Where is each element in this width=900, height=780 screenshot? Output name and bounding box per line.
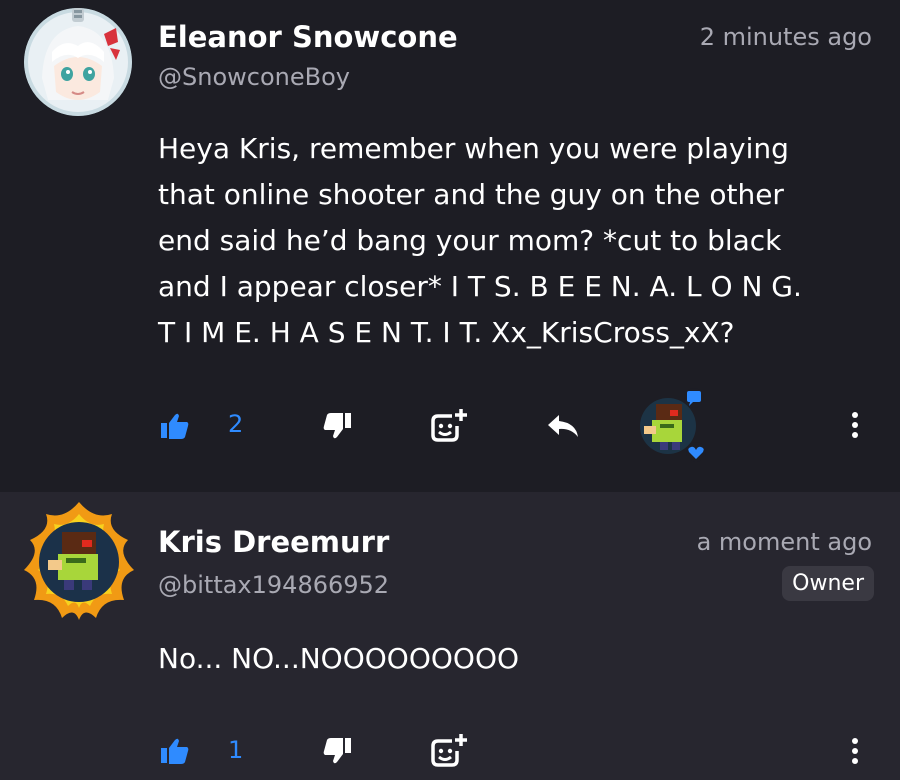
add-reaction-icon[interactable] [430, 733, 468, 769]
avatar[interactable] [24, 8, 132, 116]
anime-girl-avatar-icon [24, 8, 132, 116]
reply-icon[interactable] [546, 413, 580, 439]
comment-line: T I M E. H A S E N T. I T. Xx_KrisCross_… [158, 316, 735, 349]
more-options-icon[interactable] [850, 737, 860, 765]
thumbs-up-icon[interactable] [160, 412, 190, 440]
thumbs-up-icon[interactable] [160, 737, 190, 765]
owner-badge: Owner [782, 566, 874, 601]
more-options-icon[interactable] [850, 411, 860, 439]
comment-card: Eleanor Snowcone @SnowconeBoy 2 minutes … [0, 0, 900, 492]
avatar[interactable] [20, 500, 138, 622]
author-handle[interactable]: @bittax194866952 [158, 571, 389, 599]
comment-line: end said he’d bang your mom? *cut to bla… [158, 224, 782, 257]
comment-line: Heya Kris, remember when you were playin… [158, 132, 789, 165]
thumbs-down-icon[interactable] [322, 737, 352, 765]
comment-body: No... NO...NOOOOOOOOO [158, 642, 520, 675]
comment-line: and I appear closer* I T S. B E E N. A. … [158, 270, 802, 303]
like-count: 1 [228, 736, 244, 764]
comment-card: Kris Dreemurr @bittax194866952 a moment … [0, 492, 900, 780]
thumbs-down-icon[interactable] [322, 412, 352, 440]
comment-line: that online shooter and the guy on the o… [158, 178, 784, 211]
creator-heart-avatar[interactable] [636, 388, 712, 464]
author-name[interactable]: Eleanor Snowcone [158, 20, 458, 54]
timestamp: a moment ago [696, 528, 872, 556]
author-name[interactable]: Kris Dreemurr [158, 525, 389, 559]
pixel-kris-flame-avatar-icon [24, 502, 134, 620]
like-count: 2 [228, 410, 244, 438]
author-handle[interactable]: @SnowconeBoy [158, 63, 350, 91]
add-reaction-icon[interactable] [430, 408, 468, 444]
timestamp: 2 minutes ago [699, 23, 872, 51]
pixel-kris-avatar-icon [640, 388, 706, 462]
